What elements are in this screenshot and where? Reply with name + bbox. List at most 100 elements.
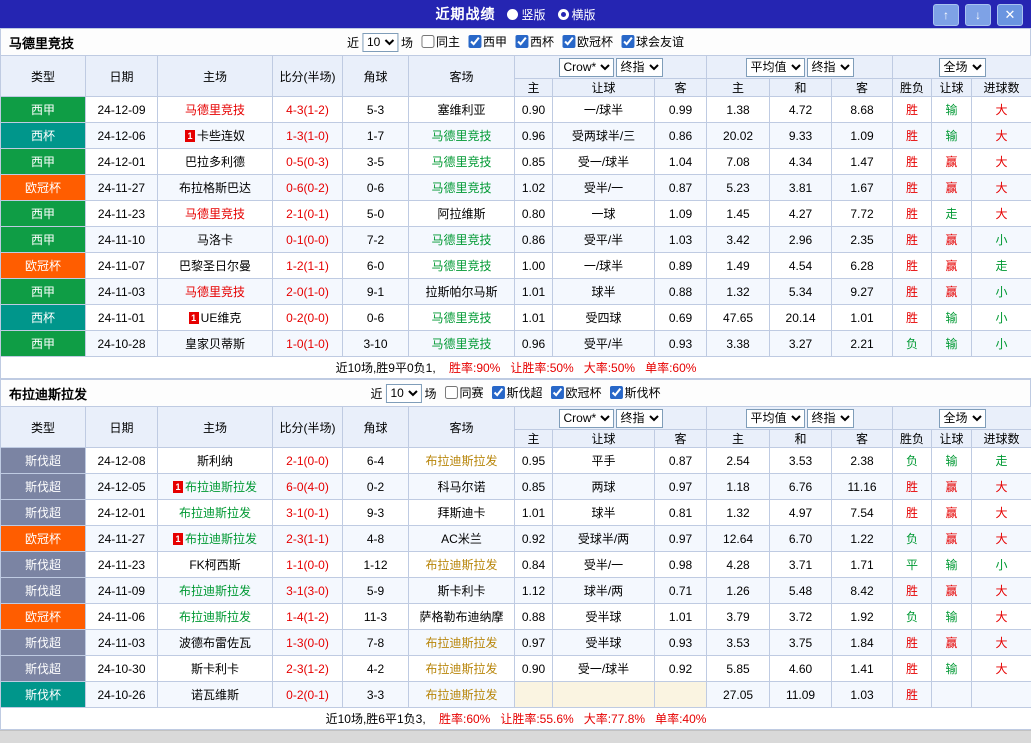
team-link[interactable]: 斯卡利卡: [437, 584, 485, 598]
handicap-away-odds-cell: 0.93: [655, 630, 707, 656]
team-link[interactable]: 巴拉多利德: [185, 155, 245, 169]
odds-time-select[interactable]: 终指: [616, 409, 663, 428]
team-link[interactable]: 马德里竞技: [431, 337, 491, 351]
filter-checkbox-slovak-super-liga[interactable]: [492, 386, 505, 399]
team-link[interactable]: 布拉迪斯拉发: [179, 506, 251, 520]
filter-checkbox-club-friendly[interactable]: [621, 35, 634, 48]
filter-controls: 近 10 场 同赛斯伐超欧冠杯斯伐杯: [370, 384, 660, 403]
team-link[interactable]: 斯卡利卡: [191, 662, 239, 676]
filter-club-friendly[interactable]: 球会友谊: [621, 33, 684, 50]
team-link[interactable]: 马德里竞技: [431, 155, 491, 169]
handicap-away-odds-cell: 0.97: [655, 526, 707, 552]
filter-checkbox-slovak-cup[interactable]: [610, 386, 623, 399]
layout-radio-vertical[interactable]: 竖版: [507, 6, 545, 23]
team-link[interactable]: 拉斯帕尔马斯: [425, 285, 497, 299]
date-cell: 24-12-01: [86, 500, 158, 526]
filter-slovak-super-liga[interactable]: 斯伐超: [492, 384, 543, 401]
result-cell: 胜: [893, 500, 932, 526]
team-link[interactable]: 马洛卡: [197, 233, 233, 247]
away-team-cell: 马德里竞技: [409, 305, 515, 331]
match-count-select[interactable]: 10: [385, 384, 421, 403]
team-link[interactable]: 布拉迪斯拉发: [179, 610, 251, 624]
team-link[interactable]: 布拉迪斯拉发: [425, 688, 497, 702]
team-link[interactable]: 布拉格斯巴达: [179, 181, 251, 195]
league-filters: 同赛斯伐超欧冠杯斯伐杯: [436, 384, 660, 402]
home-team-cell: 斯卡利卡: [158, 656, 273, 682]
avg-home-odds-cell: 1.32: [707, 279, 770, 305]
team-link[interactable]: 马德里竞技: [431, 259, 491, 273]
team-link[interactable]: 马德里竞技: [185, 103, 245, 117]
scope-select[interactable]: 全场: [939, 58, 986, 77]
odds-company-select[interactable]: Crow*: [559, 58, 614, 77]
avg-draw-odds-cell: 6.70: [770, 526, 832, 552]
filter-champions-league[interactable]: 欧冠杯: [562, 33, 613, 50]
summary-row: 近10场,胜6平1负3, 胜率:60%让胜率:55.6%大率:77.8%单率:4…: [1, 708, 1031, 730]
filter-champions-league[interactable]: 欧冠杯: [551, 384, 602, 401]
team-link[interactable]: 马德里竞技: [431, 233, 491, 247]
filter-slovak-cup[interactable]: 斯伐杯: [610, 384, 661, 401]
scope-select[interactable]: 全场: [939, 409, 986, 428]
team-link[interactable]: 诺瓦维斯: [191, 688, 239, 702]
team-link[interactable]: 马德里竞技: [185, 207, 245, 221]
match-count-select[interactable]: 10: [362, 33, 398, 52]
handicap-cell: 受平/半: [553, 227, 655, 253]
average-select[interactable]: 平均值: [746, 58, 805, 77]
odds-company-select[interactable]: Crow*: [559, 409, 614, 428]
team-link[interactable]: AC米兰: [441, 532, 482, 546]
col-date: 日期: [86, 56, 158, 97]
move-up-button[interactable]: ↑: [933, 4, 959, 26]
team-link[interactable]: 布拉迪斯拉发: [425, 454, 497, 468]
filter-checkbox-same-competition[interactable]: [444, 386, 457, 399]
team-link[interactable]: 布拉迪斯拉发: [425, 636, 497, 650]
team-link[interactable]: 波德布雷佐瓦: [179, 636, 251, 650]
move-down-button[interactable]: ↓: [965, 4, 991, 26]
filter-same-competition[interactable]: 同赛: [444, 384, 483, 401]
team-link[interactable]: 马德里竞技: [185, 285, 245, 299]
filter-checkbox-champions-league[interactable]: [562, 35, 575, 48]
team-link[interactable]: 布拉迪斯拉发: [425, 558, 497, 572]
team-link[interactable]: 布拉迪斯拉发: [179, 584, 251, 598]
avg-home-odds-cell: 1.38: [707, 97, 770, 123]
team-link[interactable]: 萨格勒布迪纳摩: [419, 610, 503, 624]
average-select[interactable]: 平均值: [746, 409, 805, 428]
avg-away-odds-cell: 1.84: [832, 630, 893, 656]
asian-result-cell: 输: [932, 604, 972, 630]
team-link[interactable]: FK柯西斯: [189, 558, 240, 572]
filter-checkbox-champions-league[interactable]: [551, 386, 564, 399]
team-link[interactable]: 阿拉维斯: [437, 207, 485, 221]
layout-radio-horizontal[interactable]: 横版: [558, 6, 596, 23]
match-row: 斯伐超24-12-051布拉迪斯拉发6-0(4-0)0-2科马尔诺0.85两球0…: [1, 474, 1031, 500]
team-link[interactable]: 科马尔诺: [437, 480, 485, 494]
avg-draw-odds-cell: 4.54: [770, 253, 832, 279]
team-link[interactable]: 布拉迪斯拉发: [185, 532, 257, 546]
filter-checkbox-laliga[interactable]: [468, 35, 481, 48]
team-link[interactable]: 卡些连奴: [197, 129, 245, 143]
team-link[interactable]: 塞维利亚: [437, 103, 485, 117]
filter-copa-del-rey[interactable]: 西杯: [515, 33, 554, 50]
team-link[interactable]: 拜斯迪卡: [437, 506, 485, 520]
team-link[interactable]: UE维克: [201, 311, 242, 325]
bottom-scrollbar-track[interactable]: [0, 730, 1031, 743]
team-link[interactable]: 布拉迪斯拉发: [185, 480, 257, 494]
team-link[interactable]: 巴黎圣日尔曼: [179, 259, 251, 273]
handicap-home-odds-cell: 1.12: [515, 578, 553, 604]
odds-time-select[interactable]: 终指: [616, 58, 663, 77]
team-link[interactable]: 马德里竞技: [431, 311, 491, 325]
team-link[interactable]: 斯利纳: [197, 454, 233, 468]
match-row: 斯伐超24-10-30斯卡利卡2-3(1-2)4-2布拉迪斯拉发0.90受一/球…: [1, 656, 1031, 682]
filter-checkbox-copa-del-rey[interactable]: [515, 35, 528, 48]
team-link[interactable]: 马德里竞技: [431, 181, 491, 195]
result-cell: 胜: [893, 630, 932, 656]
average-time-select[interactable]: 终指: [807, 409, 854, 428]
section-header: 布拉迪斯拉发 近 10 场 同赛斯伐超欧冠杯斯伐杯: [0, 379, 1031, 406]
filter-checkbox-same-home[interactable]: [421, 35, 434, 48]
team-link[interactable]: 布拉迪斯拉发: [425, 662, 497, 676]
close-button[interactable]: ✕: [997, 4, 1023, 26]
team-link[interactable]: 皇家贝蒂斯: [185, 337, 245, 351]
filter-same-home[interactable]: 同主: [421, 33, 460, 50]
average-time-select[interactable]: 终指: [807, 58, 854, 77]
filter-laliga[interactable]: 西甲: [468, 33, 507, 50]
avg-home-odds-cell: 1.45: [707, 201, 770, 227]
team-link[interactable]: 马德里竞技: [431, 129, 491, 143]
handicap-home-odds-cell: 0.92: [515, 526, 553, 552]
